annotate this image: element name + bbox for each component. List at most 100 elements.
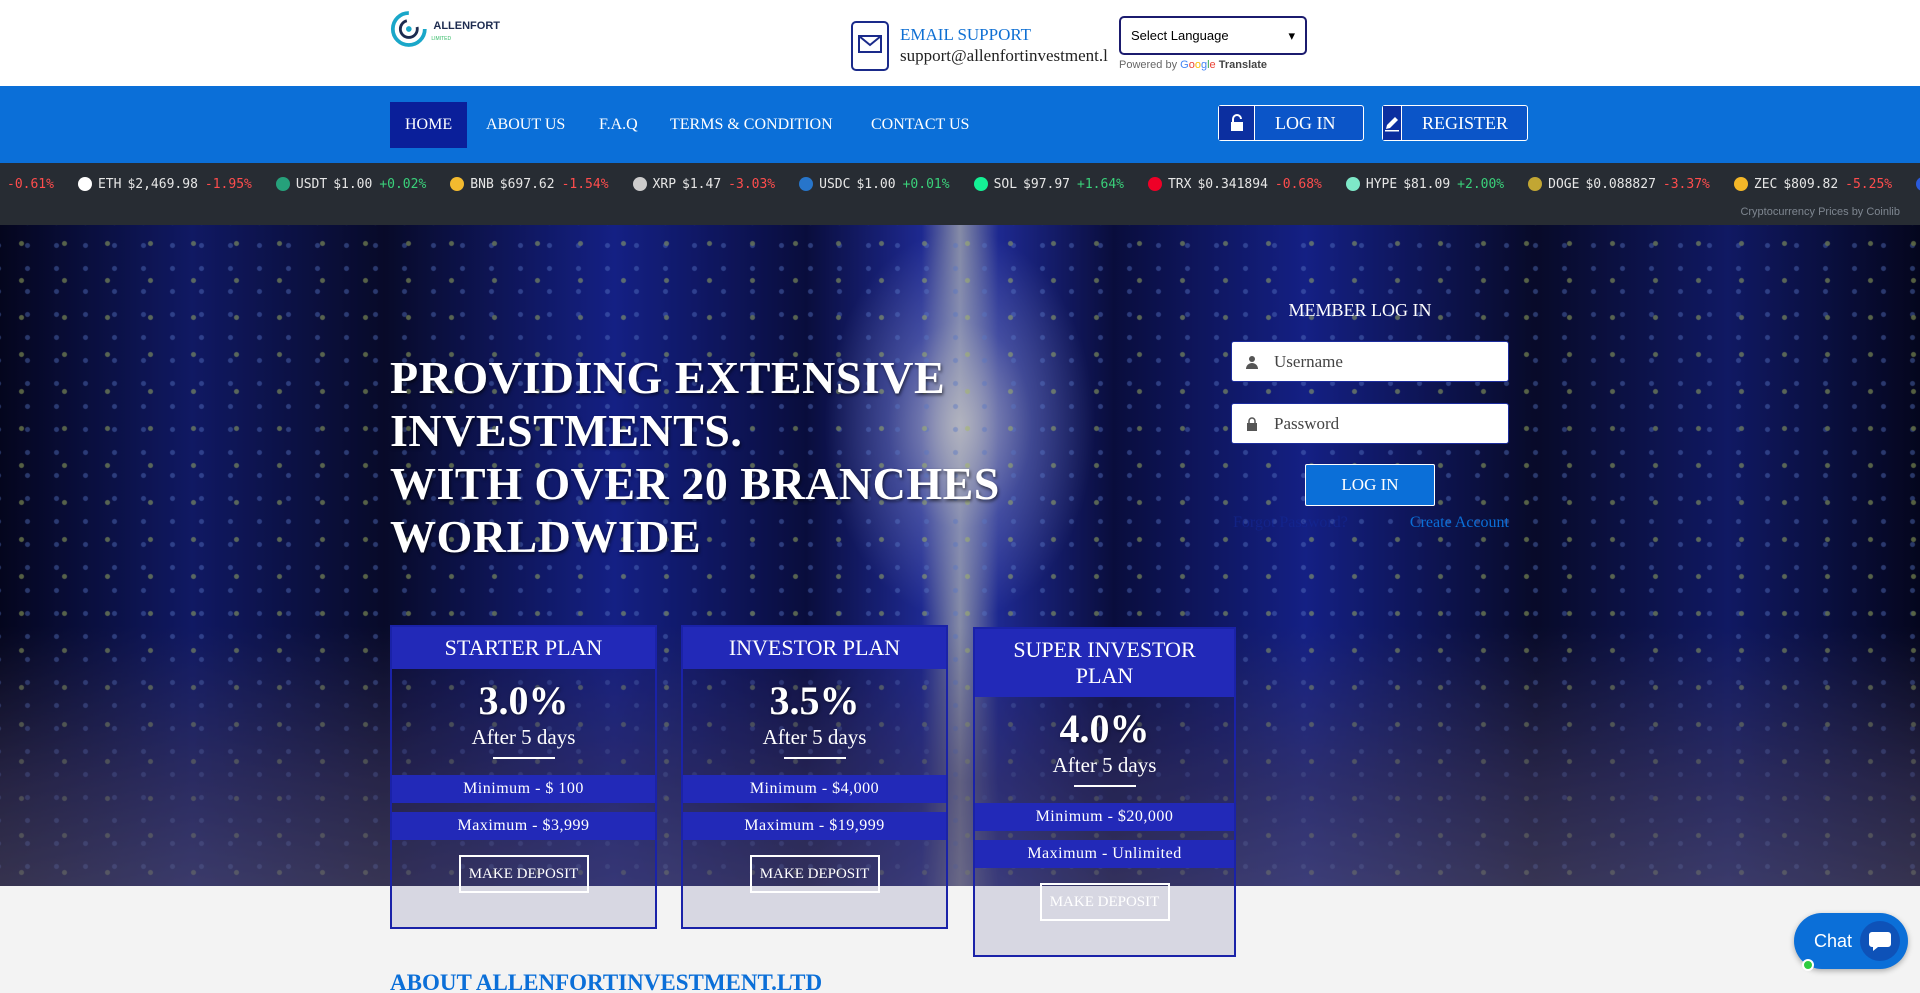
ticker-item[interactable]: DOGE $0.088827 -3.37%: [1528, 177, 1710, 192]
logo-icon: [390, 11, 427, 47]
online-status-dot: [1802, 959, 1814, 971]
ticker-symbol: TRX: [1167, 176, 1192, 192]
make-deposit-button[interactable]: MAKE DEPOSIT: [458, 855, 589, 893]
forgot-password-link[interactable]: Forgot Password?: [1233, 514, 1348, 532]
language-select[interactable]: Select Language ▾: [1119, 16, 1307, 55]
ticker-symbol: ETH: [97, 176, 122, 192]
ticker-credit[interactable]: Cryptocurrency Prices by Coinlib: [1740, 206, 1900, 218]
chevron-down-icon: ▾: [1288, 27, 1295, 43]
site-logo[interactable]: ALLENFORT LIMITED: [390, 6, 500, 52]
bnb-icon: [450, 177, 465, 191]
ticker-item[interactable]: SOL $97.97 +1.64%: [973, 176, 1124, 192]
ticker-price: $97.97: [1023, 176, 1071, 192]
ticker-price: $1.00: [333, 176, 373, 192]
about-heading: ABOUT ALLENFORTINVESTMENT.LTD: [390, 970, 823, 993]
divider: [1073, 785, 1136, 787]
plan-name: STARTER PLAN: [392, 627, 655, 669]
create-account-link[interactable]: Create Account: [1410, 514, 1509, 532]
support-email[interactable]: support@allenfortinvestment.l: [900, 45, 1110, 67]
lock-icon: [1247, 416, 1257, 431]
plan-term: After 5 days: [762, 725, 867, 749]
plan-card-starter: STARTER PLAN 3.0% After 5 days Minimum -…: [390, 625, 657, 929]
translate-link[interactable]: Translate: [1219, 59, 1267, 71]
plan-minimum: Minimum - $20,000: [975, 803, 1234, 831]
chat-widget[interactable]: Chat: [1794, 913, 1908, 971]
crypto-ticker: -0.61% ETH $2,469.98 -1.95% USDT $1.00 +0.02% B…: [0, 163, 1920, 225]
plan-term: After 5 days: [471, 725, 576, 749]
main-nav: HOME ABOUT US F.A.Q TERMS & CONDITION CO…: [0, 86, 1920, 163]
login-nav-button[interactable]: LOG IN: [1218, 105, 1364, 141]
plan-minimum: Minimum - $ 100: [392, 775, 655, 803]
ticker-item[interactable]: XRP $1.47 -3.03%: [632, 176, 776, 192]
ticker-item[interactable]: L: [1916, 177, 1920, 192]
plan-card-investor: INVESTOR PLAN 3.5% After 5 days Minimum …: [681, 625, 948, 929]
username-placeholder: Username: [1274, 351, 1343, 371]
ticker-symbol: ZEC: [1753, 176, 1778, 192]
tether-icon: [275, 177, 290, 191]
divider: [783, 757, 846, 759]
zcash-icon: [1733, 177, 1748, 191]
chat-bubble-icon: [1860, 921, 1900, 961]
ticker-price: $0.088827: [1585, 176, 1656, 192]
plan-rate: 3.0%: [478, 678, 569, 723]
plan-maximum: Maximum - $19,999: [683, 812, 946, 840]
ticker-price: $2,469.98: [127, 176, 198, 192]
google-translate-credit: Powered by Google Translate: [1119, 59, 1268, 71]
make-deposit-button[interactable]: MAKE DEPOSIT: [1039, 883, 1170, 921]
support-title: EMAIL SUPPORT: [900, 25, 1032, 44]
member-login-form: MEMBER LOG IN Username Password LOG IN F…: [1231, 300, 1509, 532]
language-selector: Select Language ▾ Powered by Google Tran…: [1119, 16, 1307, 71]
password-placeholder: Password: [1274, 413, 1340, 433]
doge-icon: [1528, 177, 1543, 191]
ticker-symbol: HYPE: [1365, 176, 1398, 192]
ticker-change: -3.03%: [728, 176, 776, 192]
ticker-price: $809.82: [1783, 176, 1839, 192]
ticker-symbol: BNB: [470, 176, 494, 192]
nav-about[interactable]: ABOUT US: [471, 102, 580, 148]
ticker-item[interactable]: -0.61%: [0, 177, 54, 192]
language-select-label: Select Language: [1131, 28, 1229, 43]
username-field[interactable]: Username: [1231, 341, 1509, 382]
logo-sub: LIMITED: [431, 36, 452, 42]
ticker-item[interactable]: BNB $697.62 -1.54%: [450, 176, 609, 192]
ticker-item[interactable]: HYPE $81.09 +2.00%: [1345, 176, 1504, 192]
nav-faq[interactable]: F.A.Q: [584, 102, 653, 148]
ticker-item[interactable]: USDC $1.00 +0.01%: [799, 176, 950, 192]
plan-term: After 5 days: [1052, 753, 1157, 777]
plan-maximum: Maximum - $3,999: [392, 812, 655, 840]
ticker-price: $0.341894: [1197, 176, 1268, 192]
nav-home[interactable]: HOME: [390, 102, 468, 148]
plan-name: SUPER INVESTOR PLAN: [975, 629, 1234, 697]
ticker-price: $81.09: [1403, 176, 1451, 192]
ticker-symbol: SOL: [993, 176, 1018, 192]
register-nav-label: REGISTER: [1422, 112, 1509, 133]
register-nav-button[interactable]: REGISTER: [1382, 105, 1528, 141]
plan-minimum: Minimum - $4,000: [683, 775, 946, 803]
password-field[interactable]: Password: [1231, 403, 1509, 444]
hero-headline: PROVIDING EXTENSIVE INVESTMENTS. WITH OV…: [390, 352, 1000, 562]
ticker-item[interactable]: TRX $0.341894 -0.68%: [1147, 176, 1322, 192]
login-button[interactable]: LOG IN: [1305, 464, 1435, 506]
ticker-change: -0.68%: [1274, 176, 1322, 192]
ethereum-icon: [77, 177, 92, 191]
top-header: ALLENFORT LIMITED EMAIL SUPPORT support@…: [0, 0, 1920, 86]
email-support: EMAIL SUPPORT support@allenfortinvestmen…: [848, 20, 1110, 72]
tron-icon: [1147, 177, 1162, 191]
link-icon: [1916, 177, 1920, 191]
ticker-change: -5.25%: [1845, 176, 1893, 192]
ticker-item[interactable]: ZEC $809.82 -5.25%: [1733, 176, 1893, 192]
divider: [492, 757, 555, 759]
ticker-price: $1.47: [682, 176, 722, 192]
user-icon: [1246, 355, 1258, 369]
ticker-symbol: XRP: [652, 176, 677, 192]
nav-contact[interactable]: CONTACT US: [856, 102, 984, 148]
plan-card-super-investor: SUPER INVESTOR PLAN 4.0% After 5 days Mi…: [973, 627, 1236, 957]
xrp-icon: [632, 177, 647, 191]
ticker-item[interactable]: USDT $1.00 +0.02%: [275, 176, 426, 192]
make-deposit-button[interactable]: MAKE DEPOSIT: [749, 855, 880, 893]
ticker-item[interactable]: ETH $2,469.98 -1.95%: [77, 176, 252, 192]
ticker-change: -1.95%: [204, 176, 252, 192]
ticker-price: $1.00: [856, 176, 896, 192]
nav-terms[interactable]: TERMS & CONDITION: [655, 102, 848, 148]
ticker-change: +1.64%: [1077, 176, 1124, 192]
